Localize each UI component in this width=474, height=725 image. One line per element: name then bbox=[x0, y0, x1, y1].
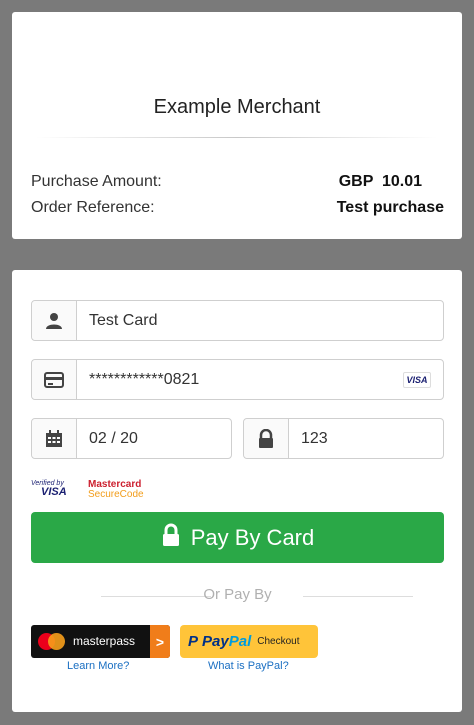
expiry-date-field[interactable]: 02 / 20 bbox=[31, 418, 232, 459]
order-reference-row: Order Reference: Test purchase bbox=[31, 199, 444, 221]
securecode-text: SecureCode bbox=[88, 489, 144, 500]
security-code-field[interactable]: 123 bbox=[243, 418, 444, 459]
lock-icon bbox=[244, 419, 289, 458]
or-pay-by-text: Or Pay By bbox=[203, 586, 272, 603]
lock-icon bbox=[161, 523, 181, 553]
paypal-p-icon: P bbox=[188, 633, 199, 650]
card-number-input[interactable]: ************0821 bbox=[77, 360, 443, 399]
order-reference-label: Order Reference: bbox=[31, 199, 155, 216]
payment-card: Test Card ************0821 VISA 02 / 20 … bbox=[12, 270, 462, 712]
divider-line-right bbox=[303, 596, 413, 597]
expiry-date-input[interactable]: 02 / 20 bbox=[77, 419, 231, 458]
mastercard-circles-icon bbox=[38, 633, 68, 650]
card-number-field[interactable]: ************0821 VISA bbox=[31, 359, 444, 400]
verified-by-visa-logo: Verified by VISA bbox=[31, 480, 75, 498]
order-reference-value: Test purchase bbox=[336, 199, 444, 216]
paypal-wordmark: PayPal bbox=[202, 633, 251, 650]
mastercard-securecode-logo: Mastercard SecureCode bbox=[88, 480, 144, 500]
divider bbox=[36, 137, 438, 138]
or-pay-by-divider: Or Pay By bbox=[31, 586, 444, 606]
paypal-pay-text: Pay bbox=[202, 633, 229, 650]
paypal-checkout-label: Checkout bbox=[257, 636, 300, 647]
visa-logo-icon: VISA bbox=[403, 372, 431, 388]
chevron-right-icon: > bbox=[150, 625, 170, 658]
order-summary-card: Example Merchant Purchase Amount: GBP 10… bbox=[12, 12, 462, 239]
card-security-logos: Verified by VISA Mastercard SecureCode bbox=[31, 480, 191, 504]
security-code-input[interactable]: 123 bbox=[289, 419, 443, 458]
user-icon bbox=[32, 301, 77, 340]
cardholder-name-input[interactable]: Test Card bbox=[77, 301, 443, 340]
pay-by-card-label: Pay By Card bbox=[190, 524, 315, 550]
pay-by-card-button[interactable]: Pay By Card bbox=[31, 512, 444, 563]
credit-card-icon bbox=[32, 360, 77, 399]
purchase-amount-value: GBP 10.01 bbox=[338, 173, 422, 190]
masterpass-button[interactable]: masterpass > bbox=[31, 625, 170, 658]
merchant-name: Example Merchant bbox=[153, 96, 321, 118]
what-is-paypal-link[interactable]: What is PayPal? bbox=[208, 660, 289, 672]
paypal-checkout-button[interactable]: P PayPal Checkout bbox=[180, 625, 318, 658]
calendar-icon bbox=[32, 419, 77, 458]
masterpass-label: masterpass bbox=[73, 634, 136, 648]
paypal-pal-text: Pal bbox=[228, 633, 252, 650]
purchase-amount-label: Purchase Amount: bbox=[31, 173, 162, 190]
visa-text: VISA bbox=[41, 486, 67, 498]
cardholder-name-field[interactable]: Test Card bbox=[31, 300, 444, 341]
learn-more-link[interactable]: Learn More? bbox=[67, 660, 129, 672]
purchase-amount-row: Purchase Amount: GBP 10.01 bbox=[31, 173, 444, 195]
